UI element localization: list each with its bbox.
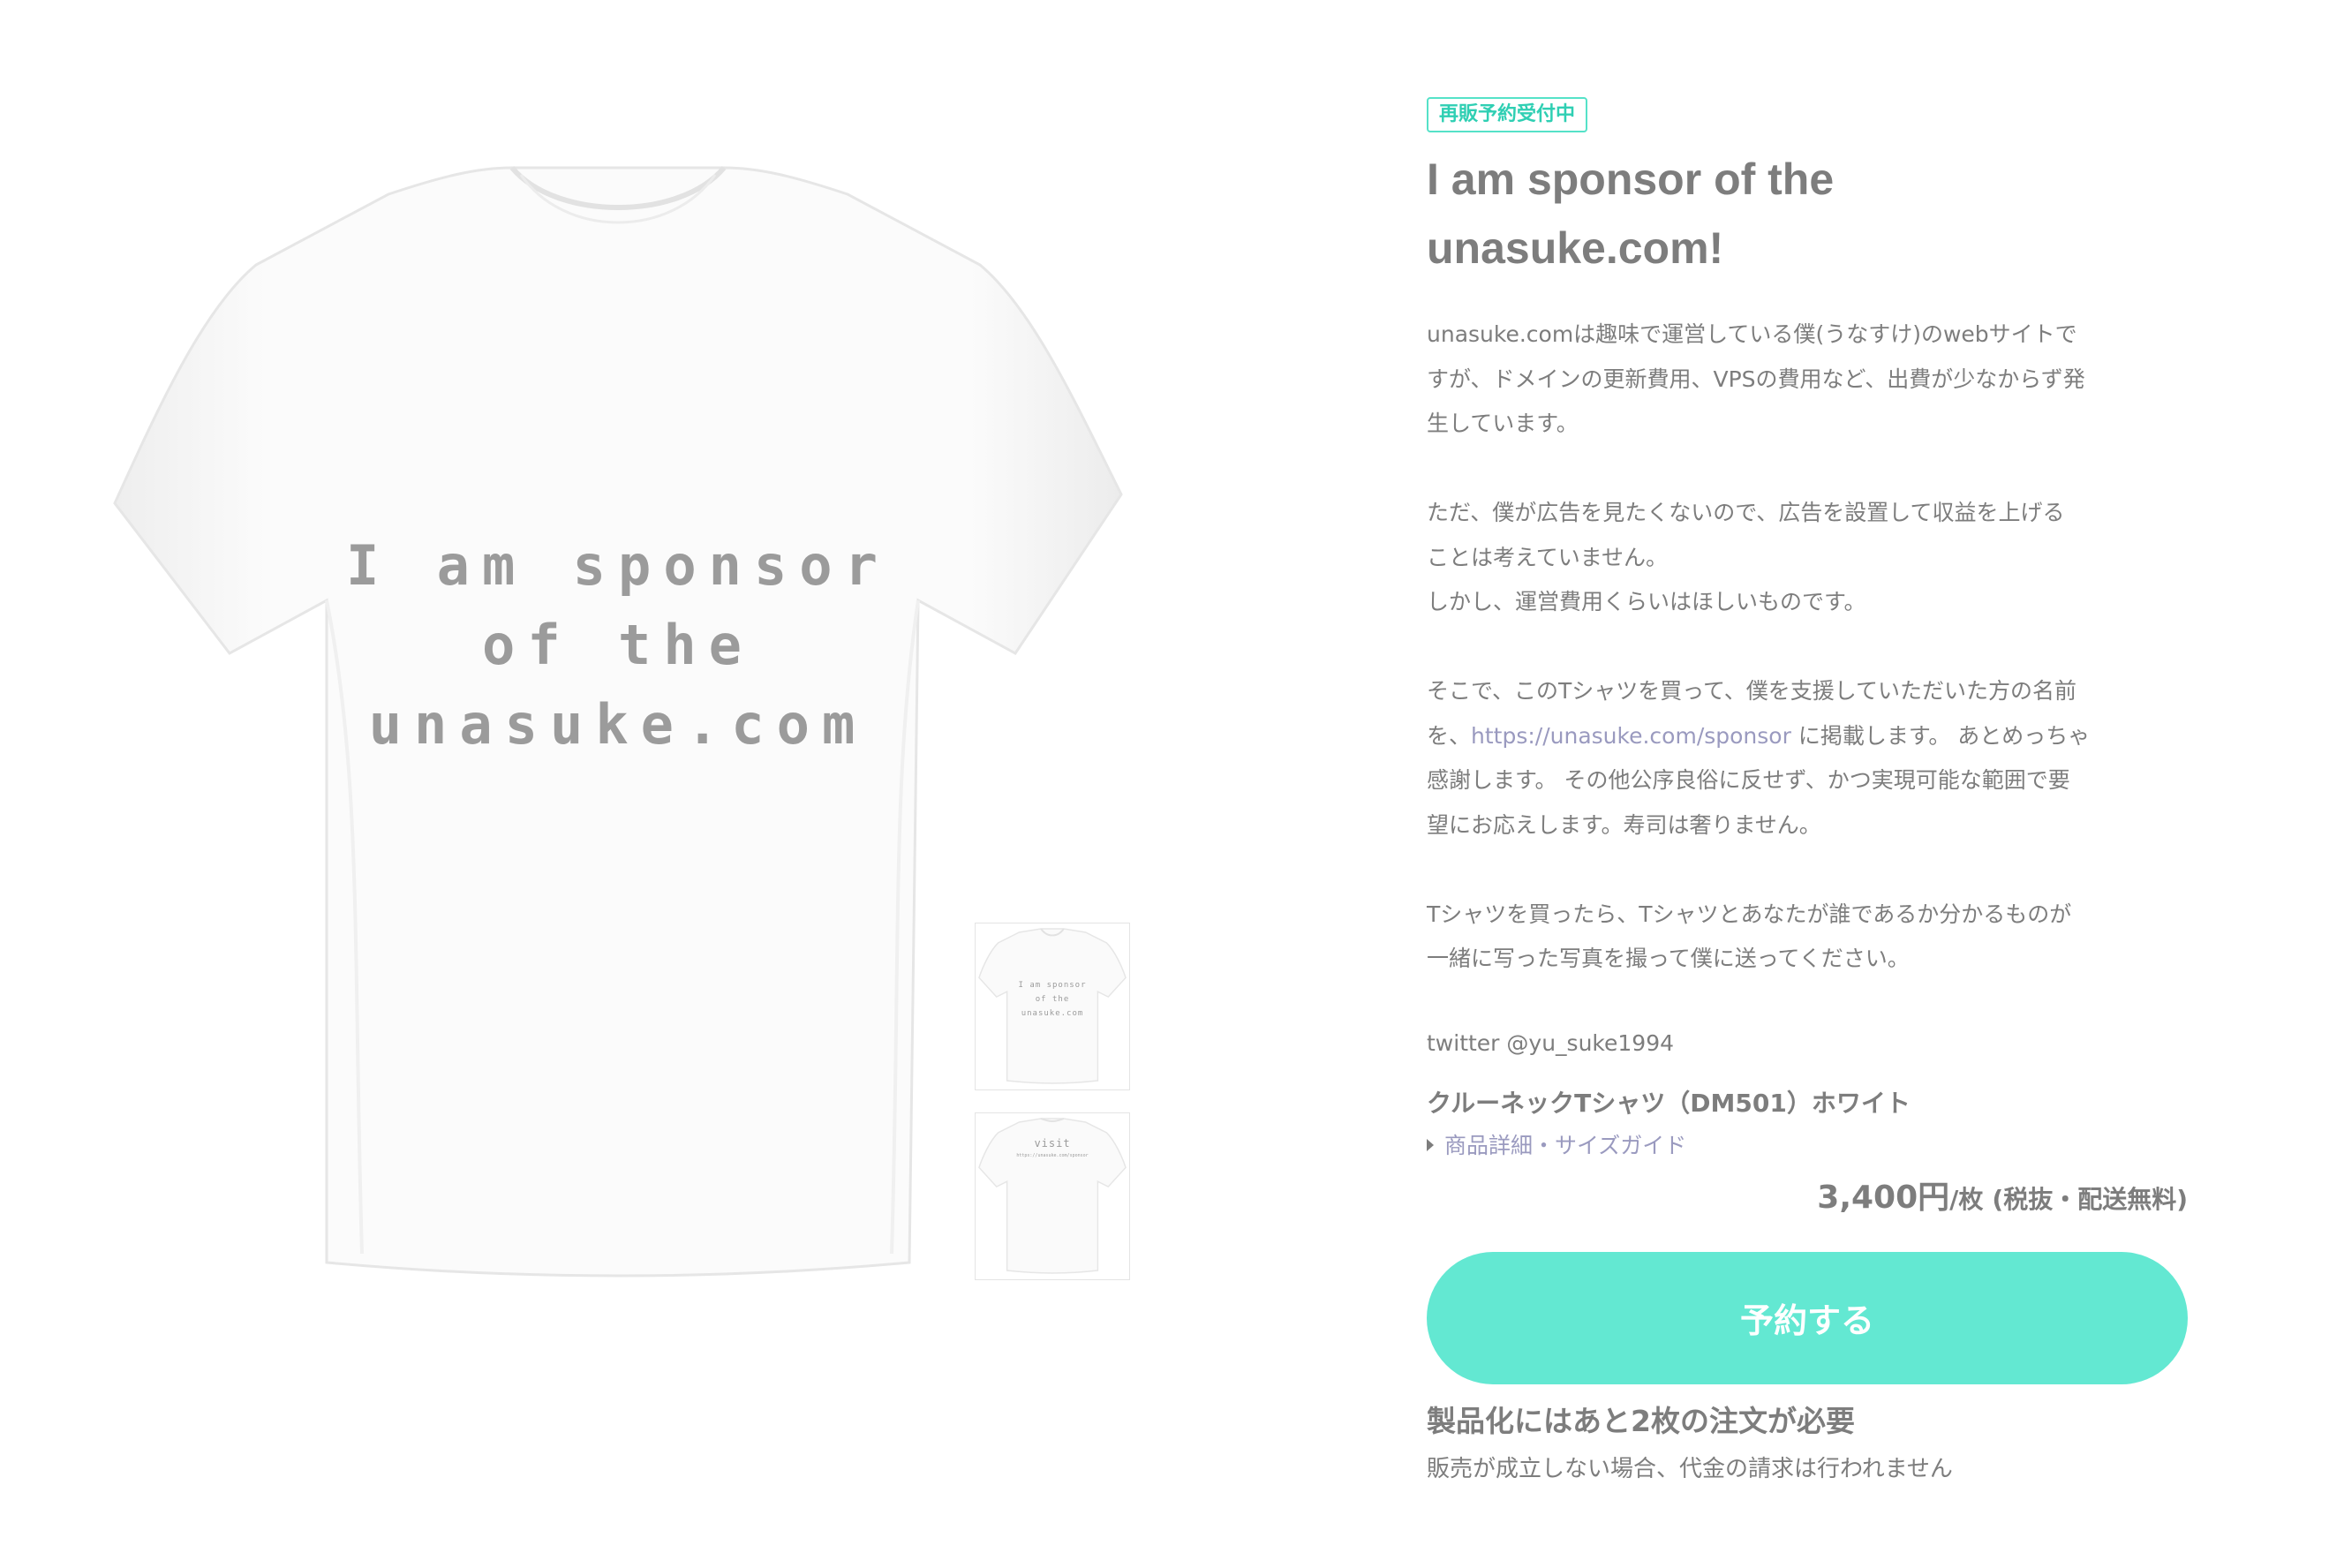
thumb1-print-line-3: unasuke.com: [1021, 1009, 1084, 1018]
reserve-button[interactable]: 予約する: [1427, 1251, 2188, 1384]
item-name: クルーネックTシャツ（DM501）ホワイト: [1427, 1088, 1911, 1118]
price-unit: /枚: [1949, 1184, 1984, 1214]
product-info: 再販予約受付中 I am sponsor of the unasuke.com!…: [1427, 97, 2188, 1485]
shirt-print-line-2: of the: [482, 613, 754, 677]
tshirt-front-thumb: [978, 928, 1127, 1084]
description-paragraph-2: ただ、僕が広告を見たくないので、広告を設置して収益を上げる ことは考えていません…: [1427, 500, 2065, 614]
shirt-print-line-1: I am sponsor: [346, 533, 890, 598]
price: 3,400円: [1817, 1179, 1950, 1216]
caret-right-icon: [1427, 1138, 1434, 1151]
product-title: I am sponsor of the unasuke.com!: [1427, 155, 1835, 273]
thumbnail-back[interactable]: visit https://unasuke.com/sponsor: [975, 1112, 1130, 1280]
description-paragraph-4: Tシャツを買ったら、Tシャツとあなたが誰であるか分かるものが 一緒に写った写真を…: [1427, 901, 2072, 972]
product-page: I am sponsor of the unasuke.com I am spo…: [0, 0, 2329, 1568]
shirt-print-line-3: unasuke.com: [368, 692, 868, 757]
sponsor-link[interactable]: https://unasuke.com/sponsor: [1471, 723, 1791, 749]
thumb2-print-line-2: https://unasuke.com/sponsor: [1016, 1153, 1089, 1158]
order-requirement-note: 販売が成立しない場合、代金の請求は行われません: [1427, 1455, 1953, 1482]
description-paragraph-3: そこで、このTシャツを買って、僕を支援していただいた方の名前 を、https:/…: [1427, 669, 2188, 848]
size-guide-link[interactable]: 商品詳細・サイズガイド: [1427, 1130, 2188, 1162]
thumb2-print-line-1: visit: [1034, 1137, 1071, 1150]
price-row: 3,400円/枚 (税抜・配送無料): [1427, 1178, 2188, 1224]
product-description: unasuke.comは趣味で運営している僕(うなすけ)のwebサイトで すが、…: [1427, 313, 2188, 982]
size-guide-label: 商品詳細・サイズガイド: [1444, 1132, 1687, 1158]
description-paragraph-1: unasuke.comは趣味で運営している僕(うなすけ)のwebサイトで すが、…: [1427, 321, 2085, 436]
thumb1-print-line-2: of the: [1035, 995, 1070, 1004]
thumbnail-front[interactable]: I am sponsor of the unasuke.com: [975, 923, 1130, 1090]
order-requirement: 製品化にはあと2枚の注文が必要: [1427, 1403, 1855, 1438]
twitter-handle: twitter @yu_suke1994: [1427, 1029, 1675, 1056]
thumb1-print-line-1: I am sponsor: [1018, 981, 1087, 990]
status-badge: 再販予約受付中: [1427, 97, 1588, 132]
price-note: (税抜・配送無料): [1992, 1184, 2188, 1214]
